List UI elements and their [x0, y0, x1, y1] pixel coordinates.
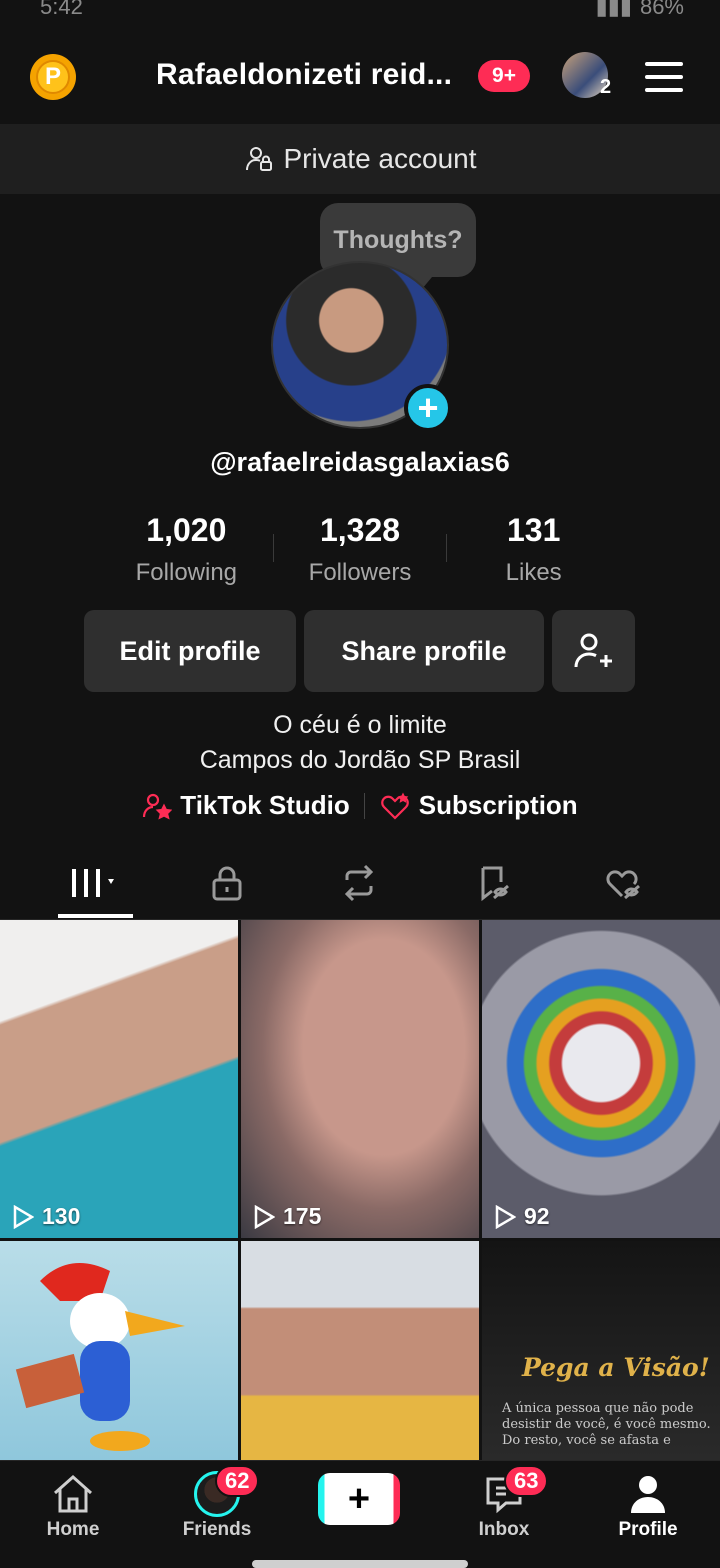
status-time: 5:42 [40, 0, 83, 19]
tiktok-studio-label: TikTok Studio [180, 790, 350, 820]
play-icon [254, 1204, 275, 1229]
bio-line: Campos do Jordão SP Brasil [199, 746, 521, 774]
home-icon [54, 1474, 92, 1513]
video-thumbnail[interactable]: Pega a Visão! A única pessoa que não pod… [482, 1241, 720, 1460]
tab-liked[interactable] [594, 860, 654, 906]
profile-title[interactable]: Rafaeldonizeti reid... [156, 58, 452, 92]
private-account-banner: Private account [0, 124, 720, 194]
tab-favorites[interactable] [464, 860, 524, 906]
nav-friends[interactable]: Friends 62 [157, 1465, 277, 1541]
tab-videos[interactable] [66, 860, 126, 906]
caption-line: desistir de você, é você mesmo. [502, 1417, 711, 1432]
stat-label: Likes [505, 559, 562, 586]
active-tab-indicator [58, 914, 133, 918]
profile-actions: Edit profile Share profile [84, 610, 635, 692]
points-icon[interactable]: P [30, 54, 76, 100]
stat-value: 1,328 [319, 512, 401, 548]
cartoon-woodpecker-image [15, 1263, 185, 1451]
inbox-badge: 63 [504, 1465, 549, 1497]
top-bar: P Rafaeldonizeti reid... 9+ 2 [0, 30, 720, 122]
tab-reposts[interactable] [329, 860, 389, 906]
signal-icon: ▮▮▮ [595, 0, 632, 19]
video-thumbnail[interactable]: 130 [0, 920, 238, 1238]
subscription-link[interactable]: Subscription [379, 790, 578, 821]
view-count: 92 [494, 1203, 550, 1230]
nav-profile-label: Profile [618, 1519, 678, 1540]
subscription-label: Subscription [418, 790, 578, 820]
bottom-navigation: Home Friends 62 + Inbox 63 Profile [0, 1460, 720, 1548]
add-story-button[interactable]: + [404, 384, 452, 432]
battery-level: 86% [639, 0, 684, 19]
stat-value: 1,020 [146, 512, 227, 548]
add-friends-button[interactable] [552, 610, 635, 692]
nav-home[interactable]: Home [13, 1473, 133, 1541]
video-thumbnail[interactable]: 92 [482, 920, 720, 1238]
profile-bio: O céu é o limite Campos do Jordão SP Bra… [0, 708, 720, 778]
status-bar: 5:42 ▮▮▮ 86% [0, 0, 720, 22]
play-icon [13, 1204, 34, 1229]
create-button[interactable]: + [318, 1473, 400, 1525]
stat-followers[interactable]: 1,328 Followers [274, 512, 447, 592]
lock-icon [212, 866, 242, 901]
stat-label: Following [135, 559, 238, 586]
view-count-value: 175 [283, 1203, 322, 1229]
video-caption-title: Pega a Visão! [522, 1353, 710, 1382]
notification-badge[interactable]: 9+ [478, 60, 530, 92]
repost-icon [344, 864, 374, 902]
video-caption-text: A única pessoa que não pode desistir de … [502, 1401, 711, 1449]
stat-label: Followers [308, 559, 412, 586]
nav-home-label: Home [46, 1519, 100, 1540]
profile-icon [631, 1476, 665, 1513]
plus-icon: + [347, 1478, 371, 1520]
video-grid: 130 175 92 Pega a Visão! A única pessoa … [0, 920, 720, 1460]
nav-profile[interactable]: Profile [588, 1473, 708, 1541]
home-indicator[interactable] [252, 1560, 468, 1568]
stat-following[interactable]: 1,020 Following [100, 512, 273, 592]
profile-stats: 1,020 Following 1,328 Followers 131 Like… [100, 512, 620, 592]
bookmark-hidden-icon [481, 866, 509, 902]
private-account-icon [245, 147, 272, 171]
play-icon [495, 1204, 516, 1229]
profile-tabs [0, 852, 720, 920]
edit-profile-button[interactable]: Edit profile [84, 610, 296, 692]
share-profile-button[interactable]: Share profile [304, 610, 544, 692]
status-indicators: ▮▮▮ 86% [596, 0, 684, 20]
caption-line: A única pessoa que não pode [502, 1401, 694, 1416]
nav-friends-label: Friends [182, 1519, 252, 1540]
view-count: 130 [12, 1203, 80, 1230]
view-count-value: 92 [524, 1203, 550, 1229]
video-thumbnail[interactable] [0, 1241, 238, 1460]
tiktok-studio-link[interactable]: TikTok Studio [142, 790, 350, 821]
video-thumbnail[interactable]: 175 [241, 920, 479, 1238]
studio-icon [143, 793, 173, 820]
stat-value: 131 [506, 512, 561, 548]
profile-links: TikTok Studio Subscription [0, 790, 720, 821]
nav-inbox[interactable]: Inbox 63 [444, 1465, 564, 1541]
add-person-icon [574, 633, 612, 668]
link-divider [363, 792, 365, 819]
video-thumbnail[interactable] [241, 1241, 479, 1460]
subscription-icon [380, 792, 409, 820]
friends-badge: 62 [215, 1465, 260, 1497]
view-count-value: 130 [42, 1203, 81, 1229]
caption-line: Do resto, você se afasta e [502, 1433, 671, 1448]
profile-handle: @rafaelreidasgalaxias6 [210, 447, 510, 477]
nav-inbox-label: Inbox [478, 1519, 530, 1540]
account-count: 2 [600, 76, 612, 98]
menu-icon[interactable] [645, 62, 683, 92]
view-count: 175 [253, 1203, 321, 1230]
heart-hidden-icon [606, 870, 640, 900]
videos-grid-icon [72, 869, 114, 897]
tab-private[interactable] [197, 860, 257, 906]
private-account-label: Private account [283, 143, 477, 174]
bio-line: O céu é o limite [273, 711, 447, 739]
stat-likes[interactable]: 131 Likes [447, 512, 620, 592]
